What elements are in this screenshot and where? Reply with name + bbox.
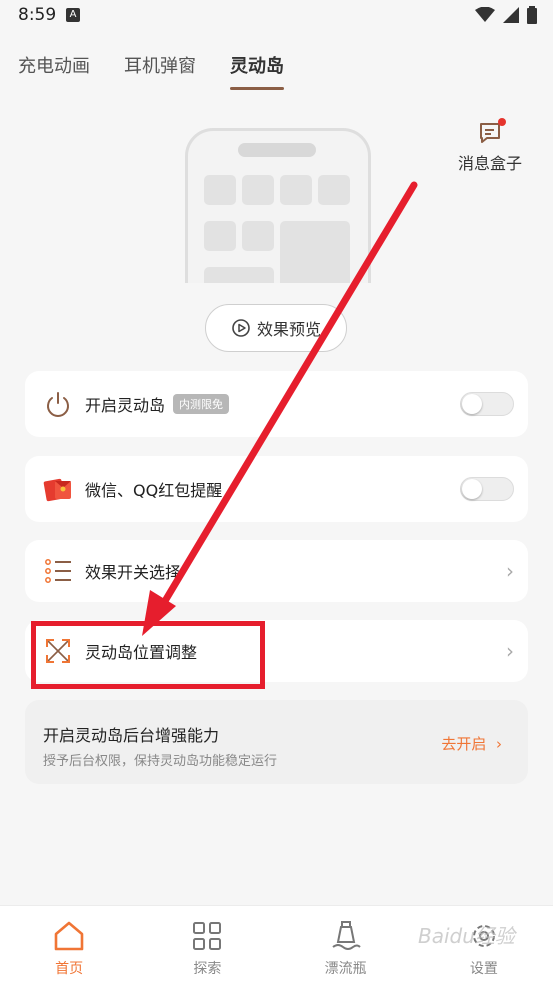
wifi-icon <box>475 7 495 22</box>
position-adjust-card[interactable]: 灵动岛位置调整 › <box>25 620 528 682</box>
app-tile <box>204 221 236 251</box>
app-tile <box>242 175 274 205</box>
nav-settings-label: 设置 <box>469 961 498 977</box>
battery-icon <box>527 6 537 24</box>
tab-earphone-popup[interactable]: 耳机弹窗 <box>124 52 196 90</box>
position-adjust-label: 灵动岛位置调整 <box>85 643 198 662</box>
background-enhance-title: 开启灵动岛后台增强能力 <box>43 726 220 745</box>
widget-tile <box>280 221 350 283</box>
nav-explore[interactable]: 探索 <box>138 906 276 984</box>
message-box-label: 消息盒子 <box>457 154 522 173</box>
message-box-button[interactable]: 消息盒子 <box>452 118 528 174</box>
status-icons <box>475 6 537 24</box>
phone-illustration <box>185 128 371 283</box>
nav-home[interactable]: 首页 <box>0 906 138 984</box>
chevron-right-icon: › <box>506 639 514 663</box>
expand-icon <box>43 636 73 666</box>
nav-bottle[interactable]: 漂流瓶 <box>277 906 415 984</box>
nav-explore-label: 探索 <box>193 961 222 977</box>
home-icon <box>54 921 84 951</box>
redpacket-label: 微信、QQ红包提醒 <box>85 481 223 500</box>
app-tile <box>204 175 236 205</box>
phone-notch <box>238 143 316 157</box>
nav-home-label: 首页 <box>55 961 84 977</box>
signal-icon <box>503 7 519 23</box>
redpacket-card: 微信、QQ红包提醒 <box>25 456 528 522</box>
play-icon <box>232 319 250 337</box>
status-time: 8:59 <box>18 5 57 25</box>
go-enable-button[interactable]: 去开启 › <box>441 733 502 754</box>
background-enhance-subtitle: 授予后台权限，保持灵动岛功能稳定运行 <box>43 754 278 769</box>
grid-icon <box>193 922 222 950</box>
chevron-right-icon: › <box>506 559 514 583</box>
watermark: Baidu经验 <box>418 924 515 948</box>
app-tile <box>318 175 350 205</box>
red-envelope-icon <box>43 474 73 504</box>
power-icon <box>43 389 73 419</box>
message-icon <box>477 118 506 146</box>
widget-tile <box>204 267 274 283</box>
list-icon <box>43 556 73 586</box>
toggle-knob <box>462 479 482 499</box>
enable-island-card: 开启灵动岛 内测限免 <box>25 371 528 437</box>
status-bar: 8:59 A <box>0 0 553 32</box>
notification-dot <box>498 118 506 126</box>
nav-bottle-label: 漂流瓶 <box>324 961 367 977</box>
app-tile <box>242 221 274 251</box>
effect-preview-button[interactable]: 效果预览 <box>205 304 347 352</box>
enable-island-toggle[interactable] <box>460 392 514 416</box>
effect-selection-label: 效果开关选择 <box>85 563 182 582</box>
effect-selection-card[interactable]: 效果开关选择 › <box>25 540 528 602</box>
toggle-knob <box>462 394 482 414</box>
chevron-right-icon: › <box>491 735 502 753</box>
bottle-icon <box>332 921 361 950</box>
go-enable-label: 去开启 <box>441 735 487 753</box>
background-enhance-card: 开启灵动岛后台增强能力 授予后台权限，保持灵动岛功能稳定运行 去开启 › <box>25 700 528 784</box>
redpacket-toggle[interactable] <box>460 477 514 501</box>
tab-charging-animation[interactable]: 充电动画 <box>18 52 90 90</box>
beta-badge: 内测限免 <box>173 394 230 414</box>
app-tile <box>280 175 312 205</box>
top-tabs: 充电动画 耳机弹窗 灵动岛 <box>18 52 284 90</box>
notification-icon: A <box>66 8 80 22</box>
tab-dynamic-island[interactable]: 灵动岛 <box>230 52 284 90</box>
enable-island-label: 开启灵动岛 <box>85 396 166 415</box>
effect-preview-label: 效果预览 <box>256 320 321 339</box>
